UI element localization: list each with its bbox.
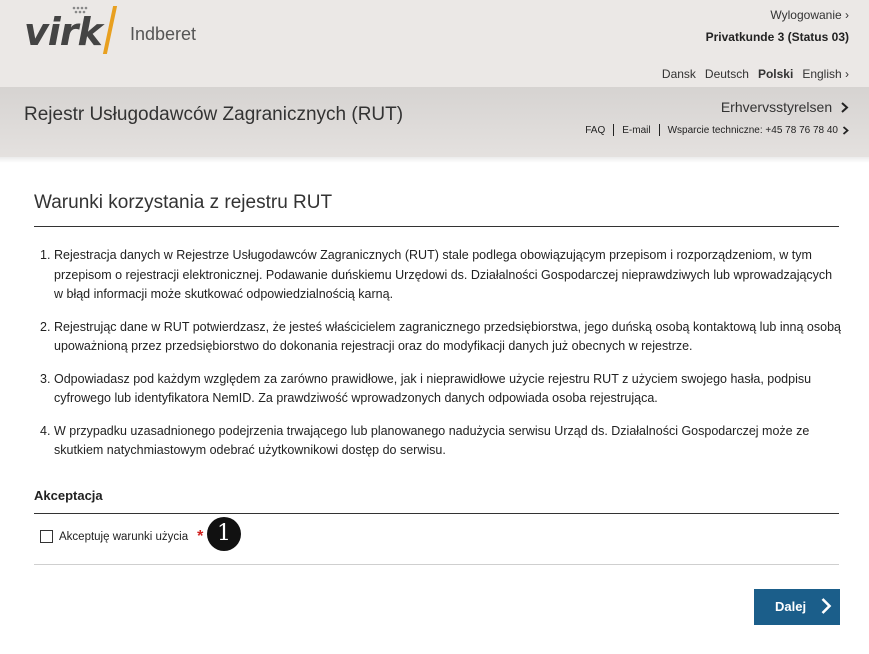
list-item: 3. Odpowiadasz pod każdym względem za zar… — [40, 371, 812, 406]
user-name: Privatkunde 3 (Status 03) — [705, 30, 849, 44]
list-item: 4. W przypadku uzasadnionego podejrzenia … — [40, 423, 810, 458]
agency-label: Erhvervsstyrelsen — [720, 99, 833, 115]
top-bar: virk Indberet Wylogowanie › Privatkunde … — [0, 0, 869, 87]
divider — [613, 124, 615, 136]
crown-dots-icon — [72, 6, 88, 14]
chevron-right-icon — [821, 598, 832, 614]
accept-terms-checkbox[interactable] — [40, 530, 53, 543]
faq-link[interactable]: FAQ — [585, 125, 605, 136]
language-switcher: Dansk Deutsch Polski English › — [662, 67, 849, 81]
step-badge: 1 — [207, 517, 241, 551]
chevron-right-icon — [842, 125, 849, 135]
language-polski[interactable]: Polski — [758, 67, 793, 81]
divider — [34, 513, 839, 514]
acceptance-heading: Akceptacja — [34, 488, 103, 503]
divider — [34, 564, 839, 565]
language-dansk[interactable]: Dansk — [662, 67, 696, 81]
required-marker: * — [197, 528, 204, 545]
terms-heading: Warunki korzystania z rejestru RUT — [34, 192, 333, 213]
banner-shadow — [0, 157, 869, 163]
logout-link[interactable]: Wylogowanie › — [770, 8, 849, 22]
email-link[interactable]: E-mail — [622, 125, 650, 136]
support-links: FAQ E-mail Wsparcie techniczne: +45 78 7… — [585, 124, 849, 136]
next-button-label: Dalej — [775, 599, 807, 614]
list-item: 1. Rejestracja danych w Rejestrze Usługod… — [40, 248, 833, 301]
virk-logo[interactable]: virk Indberet — [24, 6, 224, 56]
page-title: Rejestr Usługodawców Zagranicznych (RUT) — [24, 104, 404, 125]
page-banner: Rejestr Usługodawców Zagranicznych (RUT)… — [0, 87, 869, 163]
agency-link[interactable]: Erhvervsstyrelsen — [721, 99, 849, 115]
list-item: 2. Rejestrując dane w RUT potwierdzasz, ż… — [40, 319, 841, 354]
logo-wordmark: virk — [24, 10, 103, 54]
logo-divider — [102, 6, 118, 54]
accept-terms-label[interactable]: Akceptuję warunki użycia — [59, 531, 188, 543]
language-english[interactable]: English › — [802, 67, 849, 81]
next-button[interactable]: Dalej — [754, 589, 840, 625]
terms-list: 1. Rejestracja danych w Rejestrze Usługod… — [34, 246, 844, 474]
accept-terms-row: Akceptuję warunki użycia * — [40, 528, 204, 545]
product-name: Indberet — [130, 24, 197, 44]
language-deutsch[interactable]: Deutsch — [705, 67, 749, 81]
divider — [658, 124, 660, 136]
support-phone-link[interactable]: Wsparcie techniczne: +45 78 76 78 40 — [668, 125, 838, 136]
divider — [34, 226, 839, 227]
chevron-right-icon — [841, 102, 849, 113]
